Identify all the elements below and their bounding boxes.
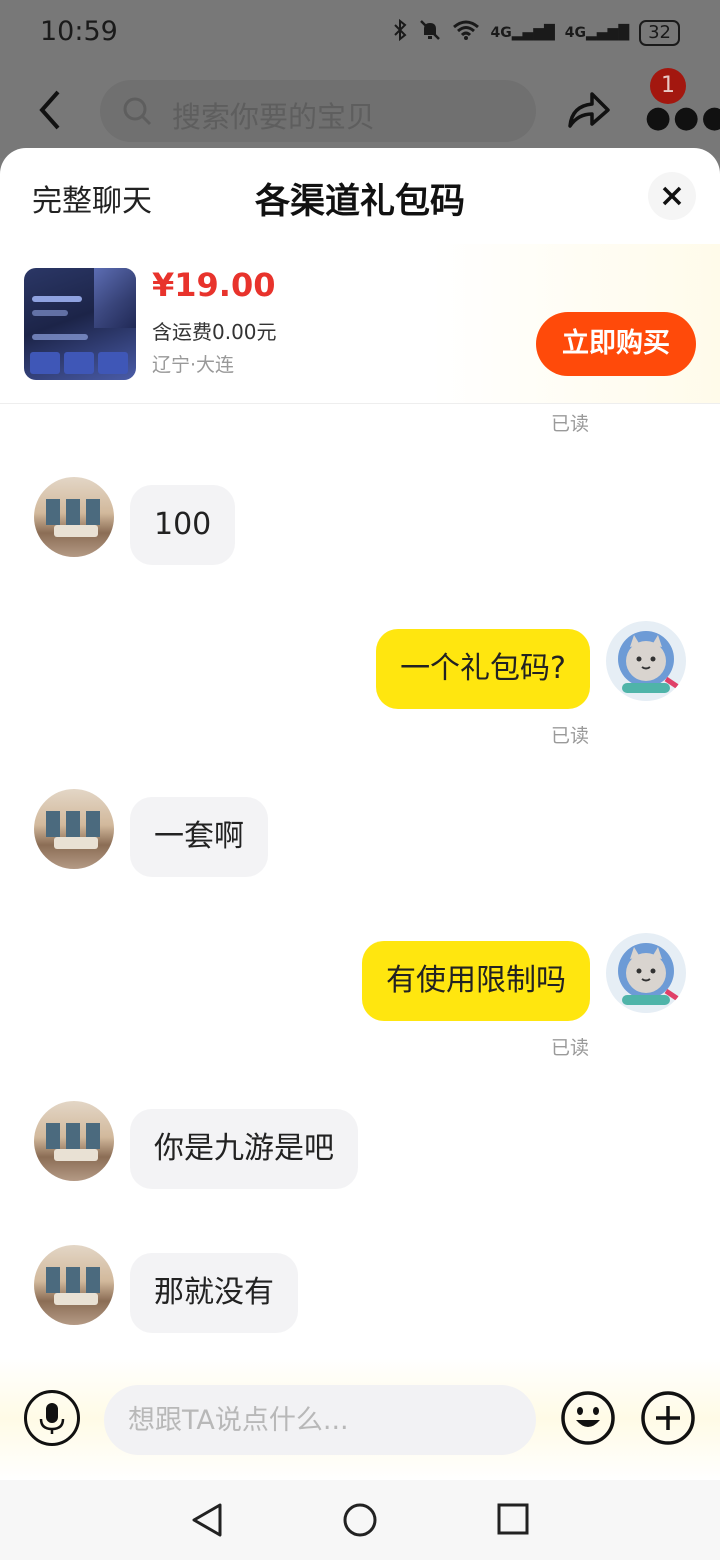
message-input-bar <box>0 1358 720 1480</box>
seller-avatar[interactable] <box>34 1245 114 1325</box>
message-list[interactable]: 已读 100 一个礼包码? 已读 一套啊 有使用限制吗 已读 你是九游是吧 那就… <box>0 405 720 1365</box>
user-avatar[interactable] <box>606 621 686 701</box>
notification-badge: 1 <box>650 68 686 104</box>
signal-icon-1: 4G▂▄▆█ <box>490 24 555 41</box>
message-bubble-incoming[interactable]: 一套啊 <box>130 797 268 877</box>
message-bubble-outgoing[interactable]: 有使用限制吗 <box>362 941 590 1021</box>
back-arrow-icon[interactable] <box>34 90 70 130</box>
read-status: 已读 <box>551 413 590 435</box>
product-shipping: 含运费0.00元 <box>152 320 277 344</box>
read-status: 已读 <box>551 1037 590 1059</box>
chat-sheet: 完整聊天 各渠道礼包码 ¥19.00 含运费0.00元 辽宁·大连 立即购买 已… <box>0 148 720 1560</box>
nav-recents-icon[interactable] <box>496 1502 530 1540</box>
microphone-icon <box>39 1403 65 1434</box>
bluetooth-icon <box>392 18 408 47</box>
battery-icon: 32 <box>639 19 680 46</box>
read-status: 已读 <box>551 725 590 747</box>
system-navigation-bar <box>0 1480 720 1560</box>
status-bar: 10:59 4G▂▄▆█ 4G▂▄▆█ 32 <box>0 0 720 68</box>
message-bubble-incoming[interactable]: 100 <box>130 485 236 565</box>
more-options-icon[interactable]: ●●● <box>645 100 720 135</box>
seller-avatar[interactable] <box>34 789 114 869</box>
signal-icon-2: 4G▂▄▆█ <box>564 24 630 41</box>
emoji-button[interactable] <box>560 1390 616 1446</box>
message-input[interactable] <box>104 1385 536 1455</box>
close-icon <box>662 186 682 206</box>
wifi-icon <box>452 19 480 46</box>
close-button[interactable] <box>648 172 696 220</box>
status-time: 10:59 <box>40 16 118 47</box>
product-price: ¥19.00 <box>152 266 276 304</box>
sheet-title: 各渠道礼包码 <box>254 182 465 222</box>
share-icon[interactable] <box>566 90 610 130</box>
sheet-header: 完整聊天 各渠道礼包码 <box>0 148 720 244</box>
message-bubble-outgoing[interactable]: 一个礼包码? <box>376 629 590 709</box>
seller-avatar[interactable] <box>34 1101 114 1181</box>
message-bubble-incoming[interactable]: 你是九游是吧 <box>130 1109 358 1189</box>
more-actions-button[interactable] <box>640 1390 696 1446</box>
product-card[interactable]: ¥19.00 含运费0.00元 辽宁·大连 立即购买 <box>0 244 720 404</box>
seller-avatar[interactable] <box>34 477 114 557</box>
buy-now-button[interactable]: 立即购买 <box>536 312 696 376</box>
mute-bell-icon <box>418 18 442 47</box>
product-location: 辽宁·大连 <box>152 354 235 376</box>
product-thumbnail[interactable] <box>24 268 136 380</box>
status-icons: 4G▂▄▆█ 4G▂▄▆█ 32 <box>392 18 680 47</box>
message-bubble-incoming[interactable]: 那就没有 <box>130 1253 298 1333</box>
background-search-bar[interactable]: 搜索你要的宝贝 <box>100 80 536 142</box>
background-search-placeholder: 搜索你要的宝贝 <box>172 100 376 134</box>
nav-home-icon[interactable] <box>342 1502 378 1542</box>
background-page-header: 搜索你要的宝贝 ●●● 1 <box>0 68 720 158</box>
voice-button[interactable] <box>24 1390 80 1446</box>
user-avatar[interactable] <box>606 933 686 1013</box>
nav-back-icon[interactable] <box>190 1502 224 1542</box>
search-icon <box>122 96 152 126</box>
plus-icon <box>641 1391 695 1445</box>
smiley-icon <box>561 1391 615 1445</box>
